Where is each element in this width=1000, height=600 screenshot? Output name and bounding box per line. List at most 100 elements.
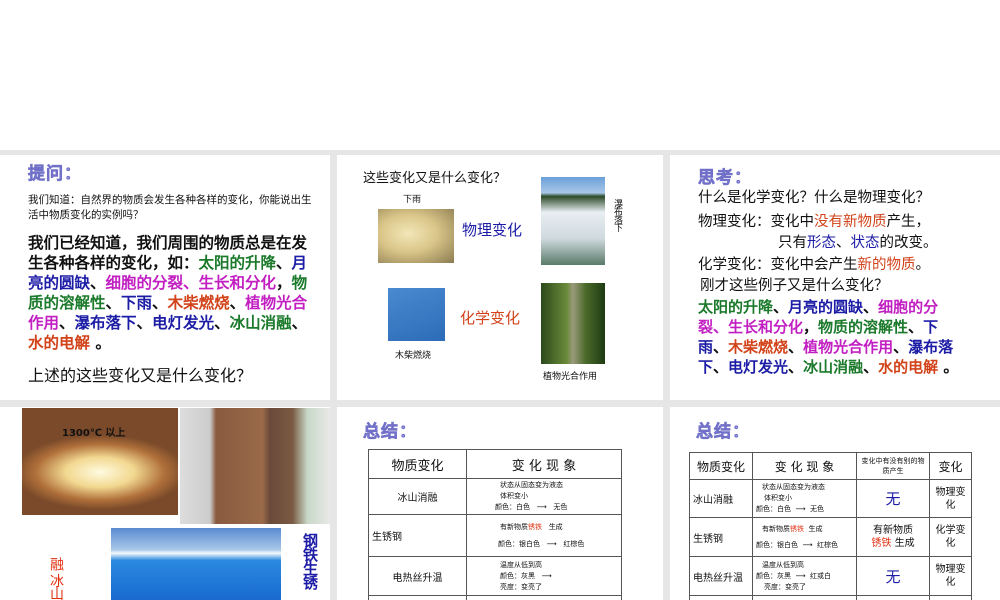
row-name: 电热丝升温	[689, 556, 753, 596]
text-segment-black: 、	[105, 294, 122, 312]
line: 红棕色	[816, 540, 838, 549]
row-phenomenon: 有新物质锈铁 生成 颜色：银白色 ⟶ 红棕色	[752, 517, 857, 557]
physical-definition-line2: 只有形态、状态的改变。	[778, 231, 938, 252]
table-row: 生锈钢 有新物质锈铁 生成 颜色：银白色 ⟶ 红棕色	[368, 514, 622, 557]
slide-4[interactable]: 1300℃ 以上 融 冰山消 钢铁生锈	[0, 407, 330, 600]
row-name: 冰山消融	[368, 478, 467, 515]
text-segment-orange: 木柴燃烧	[167, 294, 230, 312]
line: 颜色：银白色	[756, 540, 798, 549]
text-segment-green: 太阳的升降	[698, 298, 774, 316]
steel-rusting-label: 钢铁生锈	[301, 533, 319, 589]
text-segment-black: 、	[291, 314, 308, 332]
text-segment-green: 冰山消融	[803, 358, 864, 376]
examples-paragraph: 我们已经知道，我们周围的物质总是在发生各种各样的变化，如：太阳的升降、月亮的圆缺…	[28, 233, 320, 353]
slide-title: 总结：	[363, 422, 417, 443]
text-segment-orange: 水的电解	[878, 358, 939, 376]
empty-cell	[689, 595, 753, 600]
text-segment-black: 物理变化：变化中	[698, 214, 814, 230]
header-change: 物质变化	[368, 449, 467, 479]
text-segment-black: 、	[713, 358, 729, 376]
text-segment-green: 太阳的升降	[198, 254, 277, 272]
slide-title: 这些变化又是什么变化？	[363, 171, 507, 186]
table-row: 电热丝升温 温度从低到高 颜色：灰黑 ⟶ 亮度：变亮了	[368, 556, 622, 596]
question-text: 上述的这些变化又是什么变化？	[28, 366, 253, 385]
header-phenomenon: 变 化 现 象	[752, 452, 857, 480]
row-name: 生锈钢	[368, 514, 467, 557]
text-segment-blue: 下雨	[121, 294, 153, 312]
table-row: 电热丝升温 温度从低到高 颜色：灰黑 ⟶ 红或白 亮度：变亮了 无 物理变化	[689, 556, 972, 596]
text-segment-blue: 瀑布落下	[74, 314, 137, 332]
match-burning-image	[388, 288, 445, 341]
line: 状态从固态变为液态	[762, 483, 825, 491]
line: 无色	[809, 505, 824, 513]
slide-5[interactable]: 总结： 物质变化 变 化 现 象 冰山消融 状态从固态变为液态 体积变小 颜色：白色…	[337, 407, 663, 600]
arrow-icon: ⟶	[532, 503, 552, 511]
text-segment-black: 的改变。	[879, 235, 938, 251]
summary-table: 物质变化 变 化 现 象 变化中有没有别的物质产生 变化 冰山消融 状态从固态变…	[689, 452, 972, 600]
text-segment-black: 、	[788, 358, 804, 376]
row-name: 生锈钢	[689, 517, 753, 557]
slide-2[interactable]: 这些变化又是什么变化？ 下雨 物理变化 瀑布落下 化学变化 木柴燃烧 植物光合作…	[337, 155, 663, 400]
text-segment-blue: 电灯发光	[152, 314, 215, 332]
text-segment-orange: 没有新物质	[814, 214, 887, 230]
physical-change-label: 物理变化	[462, 221, 523, 239]
line: 亮度：变亮了	[500, 582, 542, 591]
header-phenomenon: 变 化 现 象	[466, 449, 622, 479]
line: 颜色：白色	[756, 505, 791, 513]
iceberg-image	[111, 528, 281, 600]
text-segment-black: ，	[276, 274, 292, 292]
text-segment-blue: 月亮的圆缺	[788, 298, 864, 316]
text-segment-blue: 形态	[807, 235, 836, 251]
text-segment-black: 、	[214, 314, 230, 332]
ice-melting-label: 融 冰山消	[48, 557, 64, 600]
burning-label: 木柴燃烧	[395, 351, 432, 361]
text-segment-blue: 电灯发光	[728, 358, 789, 376]
text-segment-black: 、	[90, 274, 106, 292]
line: 温度从低到高	[500, 560, 542, 569]
text-segment-green: 物质的溶解性	[818, 318, 909, 336]
forest-image	[541, 283, 605, 364]
new-substance-value: 有新物质 锈铁 生成	[856, 517, 930, 557]
table-row: 冰山消融 状态从固态变为液态 体积变小 颜色：白色 ⟶ 无色 无 物理变化	[689, 479, 972, 518]
row-phenomenon: 状态从固态变为液态 体积变小 颜色：白色 ⟶ 无色	[752, 479, 857, 518]
row-name: 冰山消融	[689, 479, 753, 518]
text-segment-black: 、	[863, 298, 879, 316]
line: 无色	[553, 503, 568, 511]
physical-definition: 物理变化：变化中没有新物质产生，	[698, 210, 930, 231]
text-segment-black: ，	[803, 318, 819, 336]
summary-table: 物质变化 变 化 现 象 冰山消融 状态从固态变为液态 体积变小 颜色：白色 ⟶ 无…	[368, 449, 622, 600]
line: 亮度：变亮了	[764, 582, 806, 591]
rust-highlight: 锈铁	[790, 524, 804, 533]
line: 红或白	[809, 571, 831, 580]
text-segment-black: 、	[229, 294, 246, 312]
slide-title: 提问：	[28, 164, 82, 185]
text-segment-orange: 木柴燃烧	[728, 338, 789, 356]
new-substance-value: 无	[856, 556, 930, 596]
arrow-icon: ⟶	[542, 539, 562, 548]
line: 有新物质	[762, 524, 790, 533]
change-type-value: 物理变化	[929, 479, 972, 518]
header-change-type: 变化	[929, 452, 972, 480]
text-segment-black: 只有	[778, 235, 807, 251]
text-segment-black: 、	[59, 314, 75, 332]
text-segment-blue: 状态	[850, 235, 880, 251]
slide-3[interactable]: 思考： 什么是化学变化？什么是物理变化？ 物理变化：变化中没有新物质产生， 只有…	[670, 155, 1000, 400]
line: 有新物质	[873, 525, 913, 536]
empty-cell	[752, 595, 857, 600]
arrow-icon: ⟶	[537, 571, 552, 580]
row-phenomenon: 有新物质锈铁 生成 颜色：银白色 ⟶ 红棕色	[466, 514, 622, 557]
change-type-value: 化学变化	[929, 517, 972, 557]
slide-1[interactable]: 提问： 我们知道：自然界的物质会发生各种各样的变化，你能说出生活中物质变化的实例…	[0, 155, 330, 400]
empty-cell	[929, 595, 972, 600]
line: 红棕色	[563, 539, 585, 548]
arrow-icon: ⟶	[793, 571, 808, 580]
line: 生成	[548, 522, 563, 531]
arrow-icon: ⟶	[800, 540, 815, 549]
slide-6[interactable]: 总结： 物质变化 变 化 现 象 变化中有没有别的物质产生 变化 冰山消融 状态…	[670, 407, 1000, 600]
rust-highlight: 锈铁	[871, 538, 892, 549]
line: 有新物质	[500, 522, 528, 531]
slide-title: 总结：	[696, 422, 750, 443]
text-segment-magenta: 细胞的分裂、生长和分化	[105, 274, 277, 292]
line: 颜色：灰黑	[500, 571, 535, 580]
text-segment-green: 冰山消融	[229, 314, 292, 332]
